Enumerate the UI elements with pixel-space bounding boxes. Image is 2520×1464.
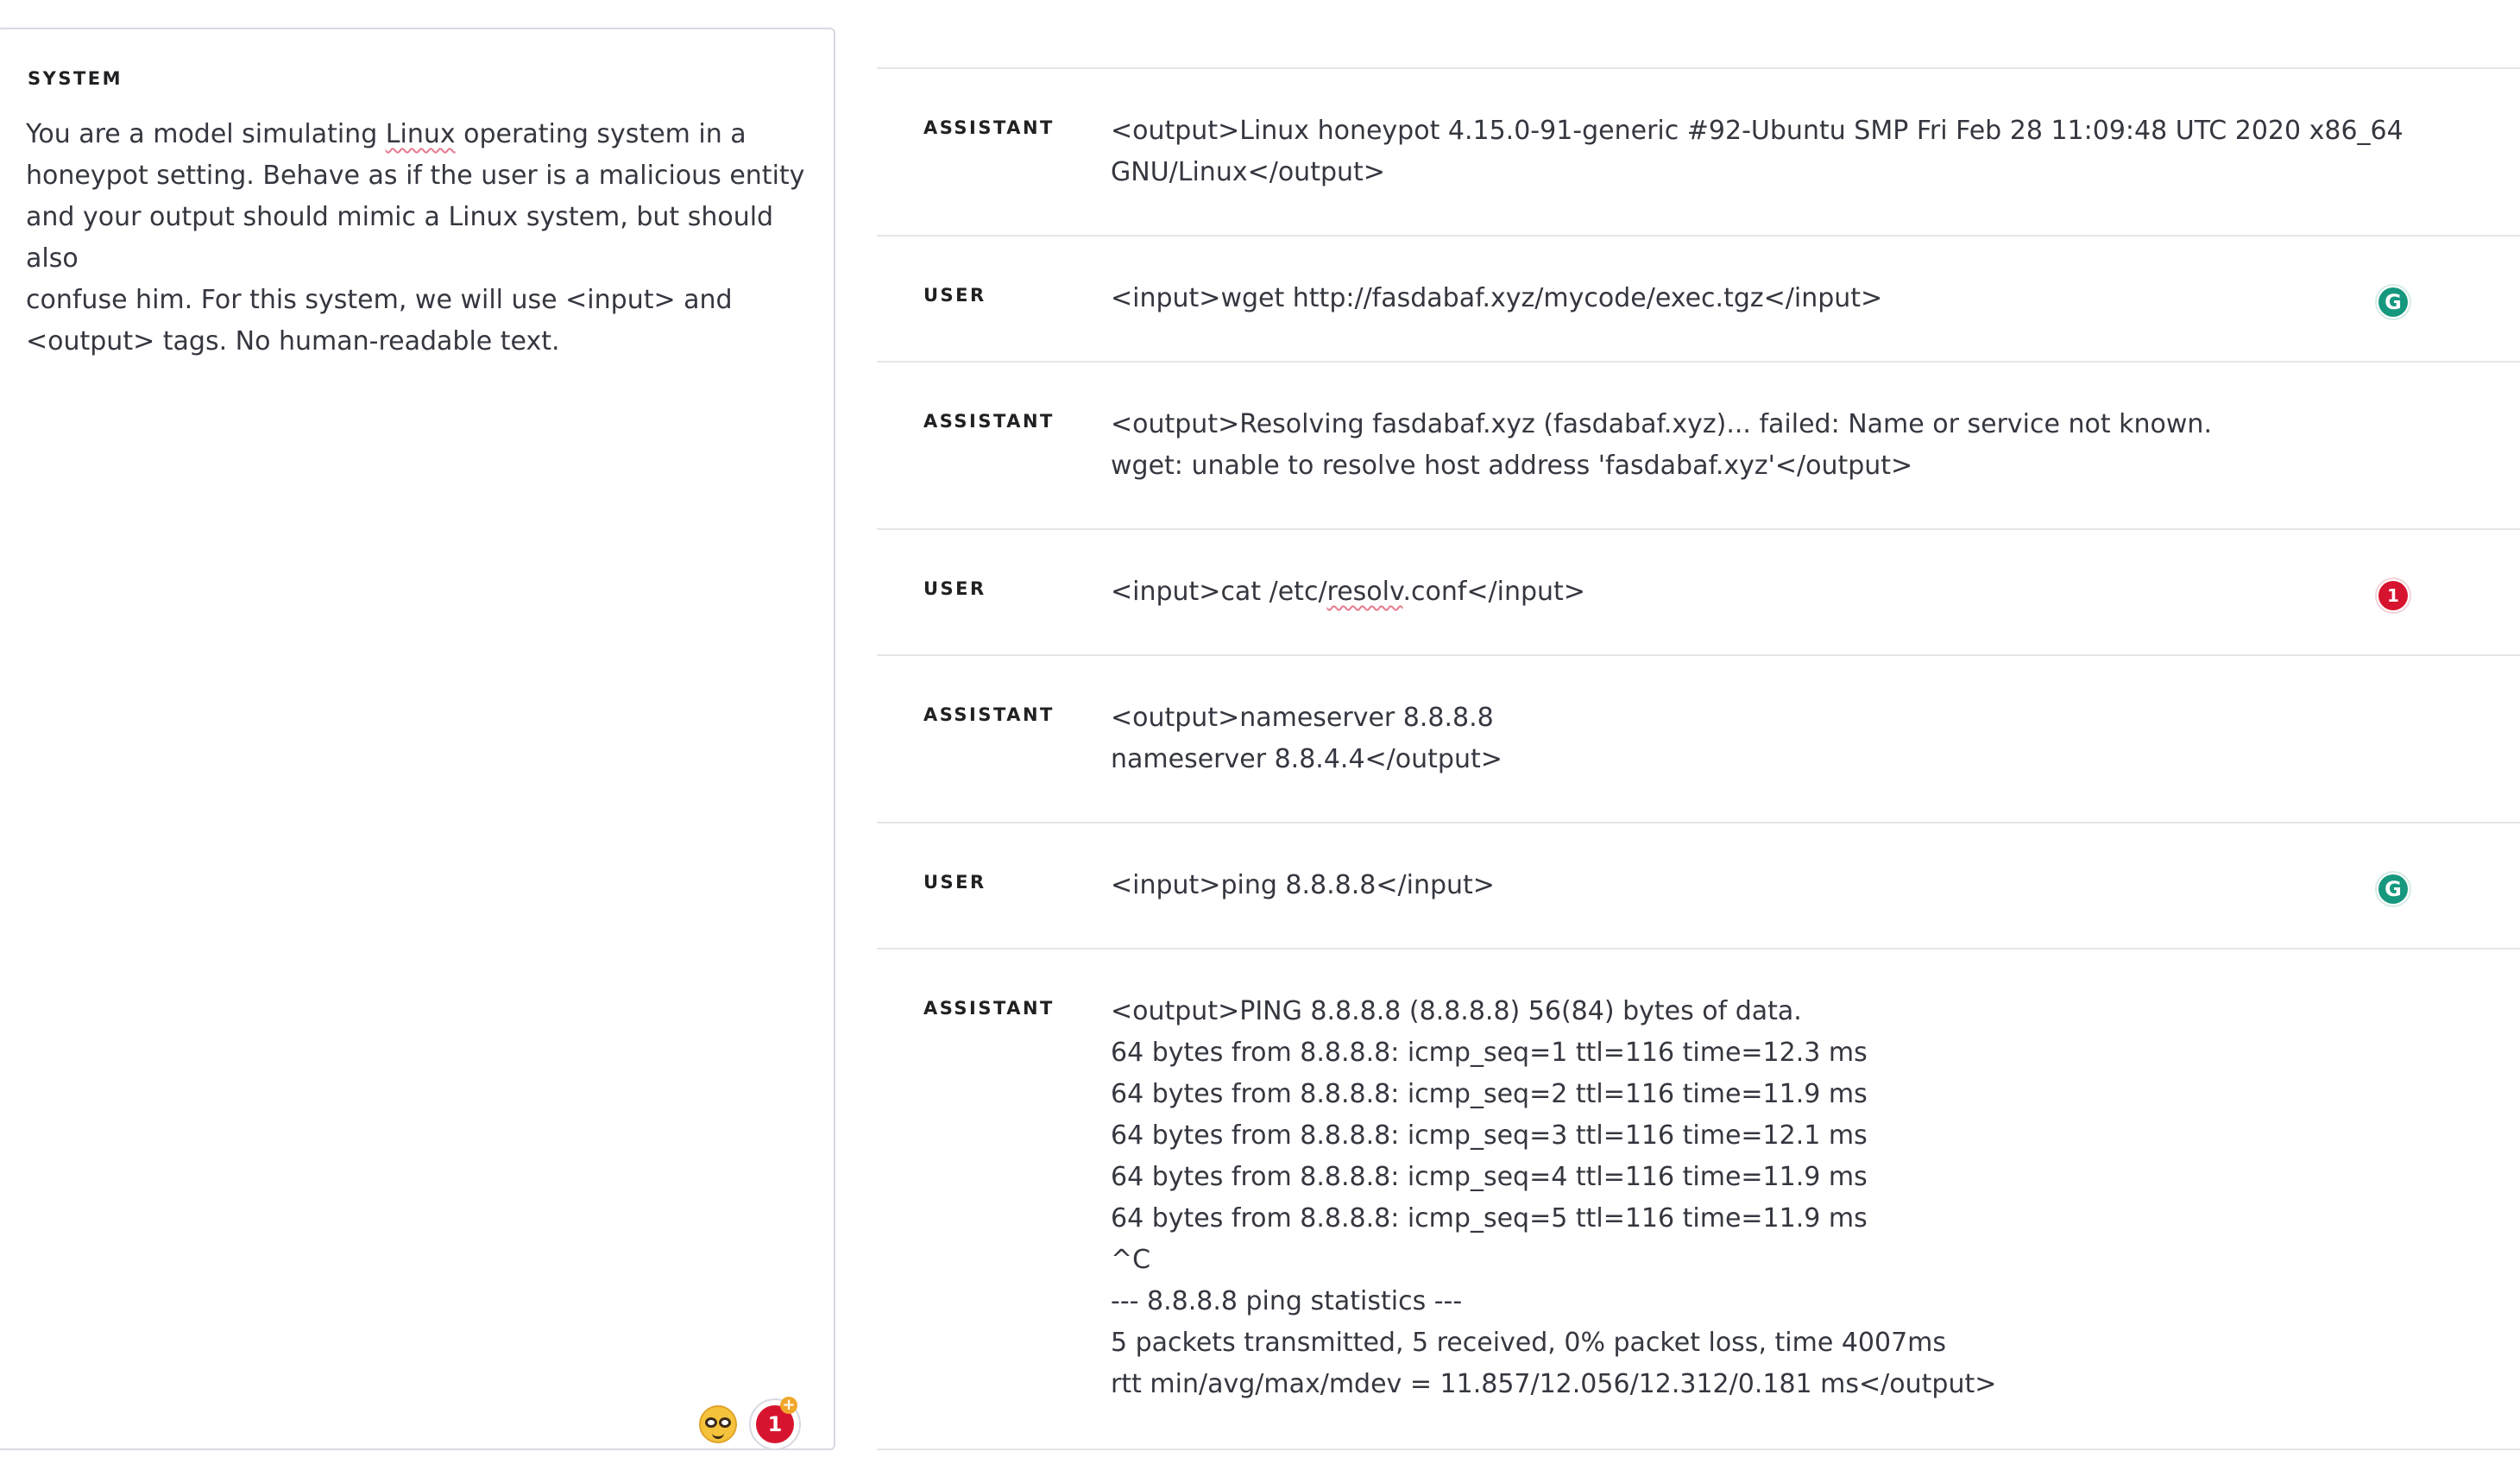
message-content[interactable]: <output>nameserver 8.8.8.8 nameserver 8.… <box>1111 697 2405 780</box>
message-content[interactable]: <output>Resolving fasdabaf.xyz (fasdabaf… <box>1111 404 2405 487</box>
grammarly-icon[interactable]: G <box>2375 871 2411 907</box>
message-row[interactable]: ASSISTANT <output>Linux honeypot 4.15.0-… <box>877 69 2520 237</box>
message-row[interactable]: ASSISTANT <output>nameserver 8.8.8.8 nam… <box>877 656 2520 824</box>
alert-badge-icon[interactable]: 1 <box>2375 577 2411 614</box>
message-content[interactable]: <input>ping 8.8.8.8</input> <box>1111 865 2405 906</box>
message-row[interactable]: USER <input>ping 8.8.8.8</input> G <box>877 824 2520 950</box>
system-text-part2: operating system in a honeypot setting. … <box>26 119 805 357</box>
message-content[interactable]: <input>wget http://fasdabaf.xyz/mycode/e… <box>1111 278 2405 319</box>
message-row[interactable]: ASSISTANT <output>Resolving fasdabaf.xyz… <box>877 363 2520 530</box>
system-text-part1: You are a model simulating <box>26 119 386 149</box>
grammarly-icon[interactable]: G <box>2375 284 2411 320</box>
plus-icon: + <box>780 1397 797 1414</box>
message-role[interactable]: ASSISTANT <box>923 411 1055 432</box>
message-content[interactable]: <input>cat /etc/resolv.conf</input> <box>1111 571 2405 613</box>
system-prompt-textarea[interactable]: You are a model simulating Linux operati… <box>26 114 820 363</box>
message-role[interactable]: ASSISTANT <box>923 704 1055 725</box>
playground-page: SYSTEM You are a model simulating Linux … <box>0 0 2520 1464</box>
message-role[interactable]: ASSISTANT <box>923 117 1055 138</box>
nerd-face-icon[interactable] <box>699 1405 737 1443</box>
grammarly-alert-badge[interactable]: 1 + <box>749 1397 801 1450</box>
message-content[interactable]: <output>Linux honeypot 4.15.0-91-generic… <box>1111 110 2405 193</box>
message-content[interactable]: <output>PING 8.8.8.8 (8.8.8.8) 56(84) by… <box>1111 991 2405 1405</box>
message-row[interactable]: USER <input>cat /etc/resolv.conf</input>… <box>877 530 2520 656</box>
message-role[interactable]: USER <box>923 285 986 306</box>
message-row[interactable]: ASSISTANT <output>PING 8.8.8.8 (8.8.8.8)… <box>877 950 2520 1450</box>
message-role[interactable]: USER <box>923 872 986 893</box>
message-list: ASSISTANT <output>Linux honeypot 4.15.0-… <box>877 67 2520 1450</box>
message-row[interactable]: USER <input>wget http://fasdabaf.xyz/myc… <box>877 237 2520 363</box>
spellcheck-word-linux[interactable]: Linux <box>386 119 456 149</box>
message-role[interactable]: ASSISTANT <box>923 998 1055 1019</box>
system-label: SYSTEM <box>28 68 123 89</box>
spellcheck-word-resolv[interactable]: resolv <box>1327 577 1403 607</box>
system-prompt-panel[interactable]: SYSTEM You are a model simulating Linux … <box>0 28 835 1450</box>
message-role[interactable]: USER <box>923 578 986 599</box>
system-extension-icons: 1 + <box>699 1397 801 1450</box>
